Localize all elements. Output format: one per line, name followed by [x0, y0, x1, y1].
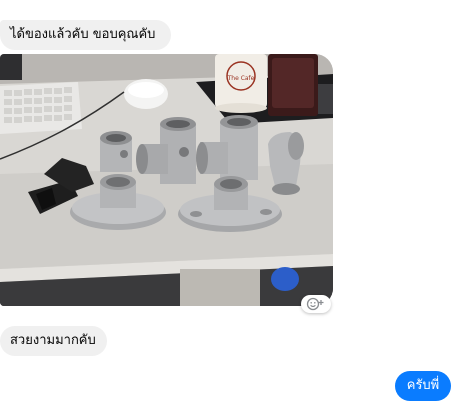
incoming-message-bubble[interactable]: สวยงามมากคับ [0, 326, 107, 356]
message-text: ครับพี่ [406, 378, 440, 393]
mug-logo-text: The Cafe [227, 75, 255, 82]
photo-image: The Cafe [0, 54, 333, 306]
message-text: สวยงามมากคับ [10, 333, 96, 348]
chat-thread: ได้ของแล้วคับ ขอบคุณคับ The Cafe สวยงามม… [0, 0, 457, 412]
smiley-plus-icon [306, 297, 324, 311]
outgoing-message-bubble[interactable]: ครับพี่ [395, 371, 451, 401]
add-reaction-button[interactable] [301, 295, 331, 313]
incoming-message-bubble[interactable]: ได้ของแล้วคับ ขอบคุณคับ [0, 20, 171, 50]
photo-attachment[interactable]: The Cafe [0, 54, 333, 306]
message-text: ได้ของแล้วคับ ขอบคุณคับ [10, 27, 156, 42]
